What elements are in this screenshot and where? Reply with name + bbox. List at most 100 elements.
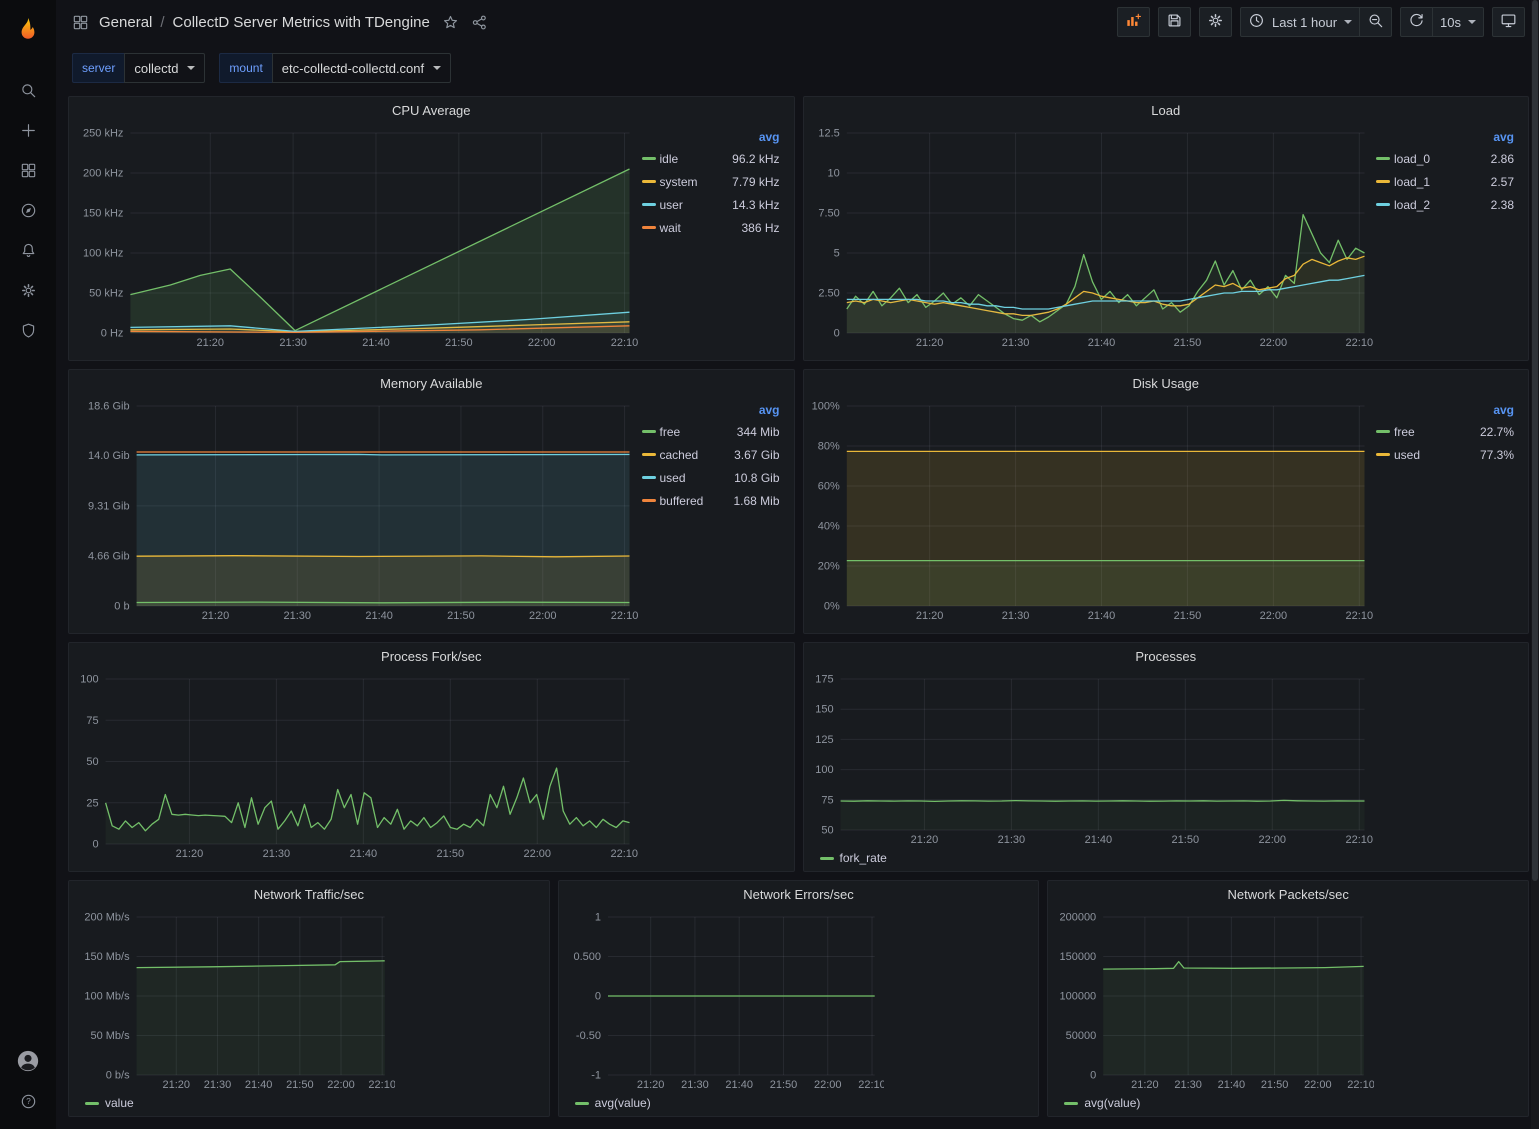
- svg-text:40%: 40%: [817, 521, 839, 533]
- panel-header[interactable]: Network Traffic/sec: [69, 881, 549, 907]
- breadcrumb-section[interactable]: General: [99, 14, 152, 31]
- svg-text:21:50: 21:50: [1261, 1079, 1289, 1091]
- explore-compass-icon[interactable]: [8, 192, 48, 228]
- svg-text:21:40: 21:40: [1087, 610, 1115, 622]
- panel-title[interactable]: Network Errors/sec: [743, 887, 854, 902]
- panel-header[interactable]: Process Fork/sec: [69, 643, 794, 669]
- panel-title[interactable]: Process Fork/sec: [381, 649, 481, 664]
- legend-series-name[interactable]: idle: [660, 152, 733, 166]
- panel-title[interactable]: Disk Usage: [1133, 376, 1199, 391]
- chart[interactable]: 0%20%40%60%80%100%21:2021:3021:4021:5022…: [810, 396, 1375, 624]
- legend-avg-header: avg: [1493, 130, 1514, 144]
- chart[interactable]: 0 Hz50 kHz100 kHz150 kHz200 kHz250 kHz21…: [75, 123, 640, 351]
- alerting-bell-icon[interactable]: [8, 232, 48, 268]
- legend-swatch: [85, 1102, 99, 1105]
- panel-title[interactable]: Processes: [1135, 649, 1196, 664]
- legend-swatch: [575, 1102, 589, 1105]
- legend-series-name[interactable]: used: [660, 471, 735, 485]
- svg-text:21:40: 21:40: [1087, 337, 1115, 349]
- panel-header[interactable]: Network Packets/sec: [1048, 881, 1528, 907]
- svg-text:250 kHz: 250 kHz: [83, 128, 123, 140]
- panel-header[interactable]: Processes: [804, 643, 1529, 669]
- panel-title[interactable]: Memory Available: [380, 376, 482, 391]
- refresh-button[interactable]: [1400, 7, 1433, 37]
- svg-text:21:30: 21:30: [279, 337, 307, 349]
- tv-mode-button[interactable]: [1492, 7, 1525, 37]
- legend-item-fork_rate[interactable]: fork_rate: [820, 851, 887, 865]
- refresh-interval-picker[interactable]: 10s: [1433, 7, 1484, 37]
- scrollbar[interactable]: [1531, 0, 1539, 1129]
- legend-series-name[interactable]: buffered: [660, 494, 734, 508]
- svg-text:50 Mb/s: 50 Mb/s: [90, 1030, 130, 1042]
- panel-header[interactable]: CPU Average: [69, 97, 794, 123]
- svg-text:0 Hz: 0 Hz: [101, 328, 124, 340]
- caret-down-icon: [1468, 20, 1476, 24]
- svg-text:5: 5: [833, 248, 839, 260]
- legend-series-name[interactable]: free: [660, 425, 737, 439]
- legend-series-name[interactable]: load_1: [1394, 175, 1491, 189]
- legend-swatch: [1064, 1102, 1078, 1105]
- chart[interactable]: 02.5057.501012.521:2021:3021:4021:5022:0…: [810, 123, 1375, 351]
- legend-right: avgfree344 Mibcached3.67 Gibused10.8 Gib…: [640, 396, 790, 624]
- chart[interactable]: -1-0.5000.500121:2021:3021:4021:5022:002…: [565, 907, 885, 1093]
- panel-header[interactable]: Load: [804, 97, 1529, 123]
- chart[interactable]: 507510012515017521:2021:3021:4021:5022:0…: [810, 669, 1375, 848]
- grafana-logo[interactable]: [8, 8, 48, 54]
- legend-series-name[interactable]: system: [660, 175, 733, 189]
- panel-header[interactable]: Disk Usage: [804, 370, 1529, 396]
- legend-series-name[interactable]: wait: [660, 221, 742, 235]
- legend-item-buffered: buffered1.68 Mib: [642, 489, 780, 512]
- legend-item-avg(value)[interactable]: avg(value): [1064, 1096, 1140, 1110]
- legend-series-name[interactable]: load_2: [1394, 198, 1491, 212]
- apps-grid-icon[interactable]: [72, 14, 89, 31]
- panel-title[interactable]: CPU Average: [392, 103, 471, 118]
- panel-header[interactable]: Memory Available: [69, 370, 794, 396]
- legend-item-wait: wait386 Hz: [642, 216, 780, 239]
- share-icon[interactable]: [471, 14, 488, 31]
- legend-bottom: [69, 353, 794, 360]
- configuration-gear-icon[interactable]: [8, 272, 48, 308]
- svg-text:22:10: 22:10: [858, 1079, 884, 1091]
- zoom-out-button[interactable]: [1360, 7, 1392, 37]
- dashboard-settings-button[interactable]: [1199, 7, 1232, 37]
- legend-series-name[interactable]: load_0: [1394, 152, 1491, 166]
- svg-text:21:50: 21:50: [445, 337, 473, 349]
- dashboards-icon[interactable]: [8, 152, 48, 188]
- legend-series-name[interactable]: user: [660, 198, 733, 212]
- legend-item-value[interactable]: value: [85, 1096, 134, 1110]
- panel-title[interactable]: Network Packets/sec: [1227, 887, 1348, 902]
- panel-title[interactable]: Network Traffic/sec: [254, 887, 364, 902]
- panel-network-errors-sec: Network Errors/sec -1-0.5000.500121:2021…: [558, 880, 1040, 1117]
- user-avatar[interactable]: [8, 1043, 48, 1079]
- chart[interactable]: 0 b4.66 Gib9.31 Gib14.0 Gib18.6 Gib21:20…: [75, 396, 640, 624]
- chart[interactable]: 025507510021:2021:3021:4021:5022:0022:10: [75, 669, 640, 862]
- chart[interactable]: 05000010000015000020000021:2021:3021:402…: [1054, 907, 1374, 1093]
- svg-text:21:20: 21:20: [163, 1079, 191, 1091]
- create-plus-icon[interactable]: [8, 112, 48, 148]
- grafana-app: ? General / CollectD Server Metrics with…: [0, 0, 1539, 1129]
- help-icon[interactable]: ?: [8, 1083, 48, 1119]
- save-dashboard-button[interactable]: [1158, 7, 1191, 37]
- legend-bottom: [69, 626, 794, 633]
- panel-header[interactable]: Network Errors/sec: [559, 881, 1039, 907]
- variable-server-dropdown[interactable]: collectd: [124, 53, 205, 83]
- breadcrumb: General / CollectD Server Metrics with T…: [99, 14, 430, 31]
- star-icon[interactable]: [442, 14, 459, 31]
- legend-series-name[interactable]: free: [1394, 425, 1480, 439]
- svg-text:50 kHz: 50 kHz: [89, 288, 123, 300]
- search-icon[interactable]: [8, 72, 48, 108]
- legend-item-avg(value)[interactable]: avg(value): [575, 1096, 651, 1110]
- server-admin-shield-icon[interactable]: [8, 312, 48, 348]
- variable-mount-dropdown[interactable]: etc-collectd-collectd.conf: [272, 53, 451, 83]
- time-range-picker[interactable]: Last 1 hour: [1240, 7, 1360, 37]
- panel-title[interactable]: Load: [1151, 103, 1180, 118]
- svg-text:21:20: 21:20: [202, 610, 230, 622]
- scrollbar-thumb[interactable]: [1532, 0, 1538, 881]
- chart[interactable]: 0 b/s50 Mb/s100 Mb/s150 Mb/s200 Mb/s21:2…: [75, 907, 395, 1093]
- svg-text:22:00: 22:00: [528, 337, 556, 349]
- add-panel-button[interactable]: [1117, 7, 1150, 37]
- legend-series-name[interactable]: cached: [660, 448, 735, 462]
- legend-series-name[interactable]: used: [1394, 448, 1480, 462]
- variable-server: server collectd: [72, 53, 205, 83]
- legend-right: [1374, 669, 1524, 848]
